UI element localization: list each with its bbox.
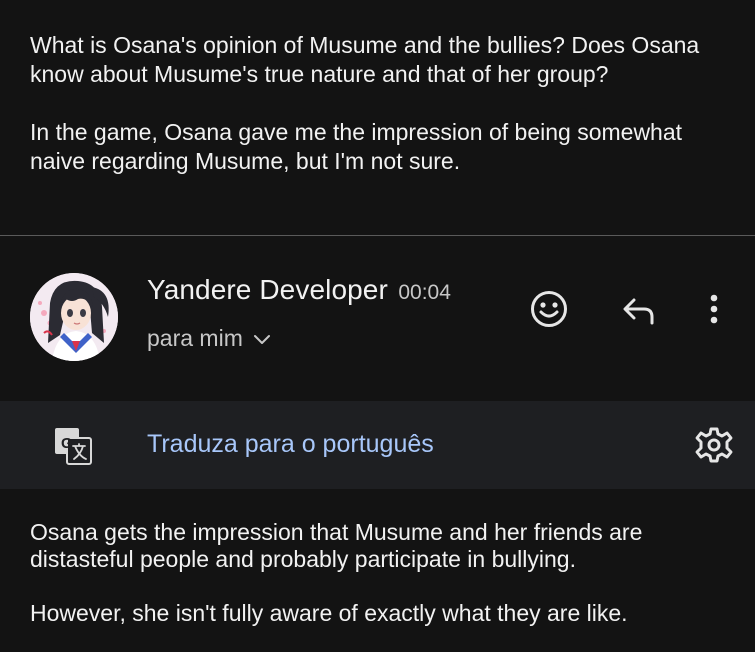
reply-paragraph: However, she isn't fully aware of exactl…	[30, 600, 628, 626]
more-options-button[interactable]	[690, 285, 738, 333]
svg-text:G: G	[61, 435, 73, 452]
translate-settings-button[interactable]	[690, 421, 738, 469]
translate-link[interactable]: Traduza para o português	[147, 430, 434, 459]
recipient-toggle[interactable]: para mim	[147, 325, 271, 352]
add-reaction-button[interactable]	[525, 285, 573, 333]
sender-line: Yandere Developer 00:04	[147, 274, 451, 306]
reply-button[interactable]	[614, 285, 662, 333]
smiley-emoji-icon	[531, 291, 567, 327]
quoted-paragraph: In the game, Osana gave me the impressio…	[30, 119, 683, 174]
translate-icon: G	[55, 428, 92, 465]
recipient-label: para mim	[147, 325, 243, 351]
chevron-down-icon	[253, 334, 270, 344]
quoted-paragraph: What is Osana's opinion of Musume and th…	[30, 32, 700, 87]
quoted-message: What is Osana's opinion of Musume and th…	[30, 31, 730, 176]
reply-arrow-icon	[623, 298, 654, 325]
sender-avatar[interactable]	[30, 273, 118, 361]
reply-paragraph: Osana gets the impression that Musume an…	[30, 519, 643, 572]
reply-body: Osana gets the impression that Musume an…	[30, 519, 730, 627]
message-time: 00:04	[398, 281, 451, 304]
translate-bar: G Traduza para o português	[0, 401, 755, 489]
more-vertical-icon	[710, 294, 718, 324]
gear-icon	[695, 427, 733, 463]
message-divider	[0, 235, 755, 236]
sender-name[interactable]: Yandere Developer	[147, 274, 388, 305]
anime-girl-avatar-icon	[30, 273, 118, 361]
